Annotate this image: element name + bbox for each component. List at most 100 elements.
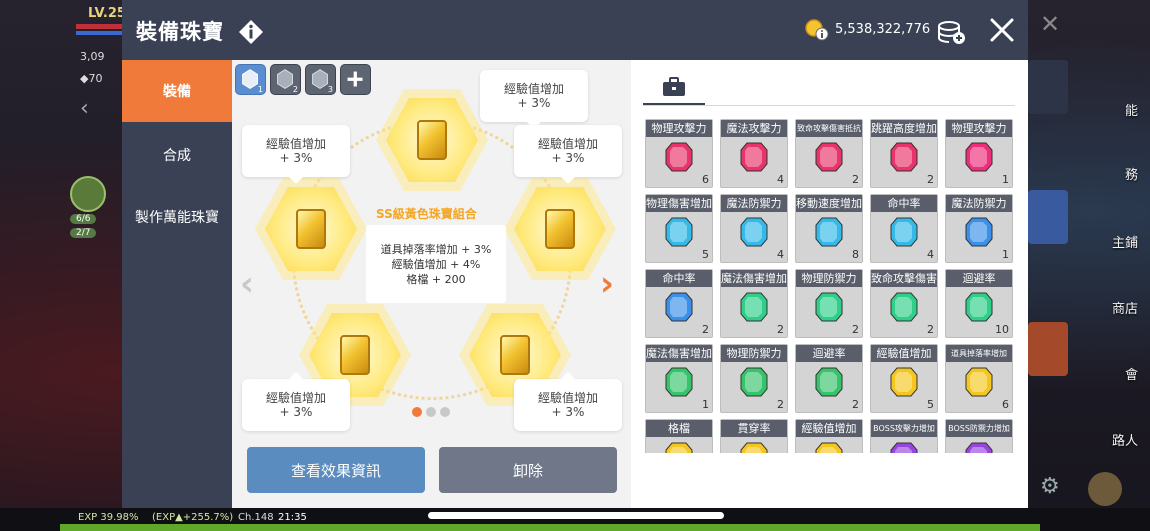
gem-card[interactable]: 經驗值增加 — [795, 419, 863, 453]
slot-effect-bubble: 經驗值增加 + 3% — [514, 372, 622, 431]
exp-gain: (EXP▲+255.7%) — [152, 512, 234, 523]
hud-handshake-icon[interactable] — [70, 176, 106, 212]
effect-value: + 3% — [517, 96, 551, 110]
settings-gear-icon[interactable]: ⚙ — [1040, 474, 1060, 499]
next-arrow-icon[interactable]: › — [600, 264, 614, 304]
gem-card[interactable]: 魔法防禦力 4 — [720, 194, 788, 263]
plus-icon — [347, 71, 363, 87]
inventory-tab[interactable] — [643, 74, 705, 106]
gem-card[interactable]: 迴避率 10 — [945, 269, 1013, 338]
gem-card[interactable]: BOSS攻擊力增加 — [870, 419, 938, 453]
gem-card-label: 物理傷害增加 — [646, 195, 712, 212]
gem-card[interactable]: BOSS防禦力增加 — [945, 419, 1013, 453]
page-title: 裝備珠寶 — [136, 20, 224, 44]
gem-card[interactable]: 物理攻擊力 6 — [645, 119, 713, 188]
bag-icon[interactable] — [1088, 472, 1122, 506]
gem-card-label: 跳躍高度增加 — [871, 120, 937, 137]
yellow-gem-icon — [340, 335, 370, 375]
yellow-gem-icon — [417, 120, 447, 160]
hud-close-icon: ✕ — [1040, 10, 1061, 38]
gem-icon — [665, 442, 693, 453]
gem-card[interactable]: 魔法傷害增加 1 — [645, 344, 713, 413]
gem-card[interactable]: 經驗值增加 5 — [870, 344, 938, 413]
gem-count: 1 — [1002, 173, 1009, 186]
sidebar-item-synthesize[interactable]: 合成 — [122, 124, 232, 186]
effect-name: 經驗值增加 — [265, 391, 326, 405]
gem-icon — [890, 367, 918, 397]
gem-count: 2 — [777, 323, 784, 336]
gem-card[interactable]: 魔法攻擊力 4 — [720, 119, 788, 188]
gem-card-label: BOSS攻擊力增加 — [871, 420, 937, 437]
unequip-button[interactable]: 卸除 — [439, 447, 617, 493]
coin-shop-icon[interactable] — [934, 16, 968, 46]
right-menu-label[interactable]: 主鋪 — [1112, 232, 1138, 251]
gem-card-label: 物理攻擊力 — [646, 120, 712, 137]
close-icon[interactable] — [988, 16, 1016, 44]
gem-icon — [740, 292, 768, 322]
gem-icon — [965, 442, 993, 453]
gem-icon — [665, 367, 693, 397]
gem-card[interactable]: 迴避率 2 — [795, 344, 863, 413]
gem-card[interactable]: 物理防禦力 2 — [720, 344, 788, 413]
effect-value: + 3% — [279, 151, 313, 165]
right-menu-label[interactable]: 會 — [1125, 364, 1138, 383]
effect-name: 經驗值增加 — [265, 137, 326, 151]
gem-card[interactable]: 格檔 — [645, 419, 713, 453]
add-set-button[interactable] — [340, 64, 371, 95]
gem-count: 6 — [1002, 398, 1009, 411]
right-menu-label[interactable]: 能 — [1125, 100, 1138, 119]
gem-card[interactable]: 貫穿率 — [720, 419, 788, 453]
gem-card[interactable]: 魔法傷害增加 2 — [720, 269, 788, 338]
effect-value: + 3% — [551, 151, 585, 165]
home-indicator[interactable] — [428, 512, 724, 519]
sidebar-item-craft-universal[interactable]: 製作萬能珠寶 — [122, 186, 232, 248]
gem-icon — [890, 142, 918, 172]
hud-back-icon[interactable]: ‹ — [80, 96, 89, 121]
right-menu-label[interactable]: 商店 — [1112, 298, 1138, 317]
prev-arrow-icon[interactable]: ‹ — [240, 264, 254, 304]
gem-card[interactable]: 致命攻擊傷害抵抗 2 — [795, 119, 863, 188]
gem-card[interactable]: 物理攻擊力 1 — [945, 119, 1013, 188]
hp-bar — [76, 24, 122, 29]
effect-name: 經驗值增加 — [537, 137, 598, 151]
gem-card[interactable]: 移動速度增加 8 — [795, 194, 863, 263]
gem-card[interactable]: 命中率 4 — [870, 194, 938, 263]
view-effects-button[interactable]: 查看效果資訊 — [247, 447, 425, 493]
gem-card-label: 命中率 — [646, 270, 712, 287]
gem-count: 5 — [927, 398, 934, 411]
gem-count: 1 — [702, 398, 709, 411]
page-dot[interactable] — [440, 407, 450, 417]
gem-icon — [815, 217, 843, 247]
gem-count: 4 — [777, 248, 784, 261]
set-tab-1[interactable]: 1 — [235, 64, 266, 95]
page-dot[interactable] — [412, 407, 422, 417]
gem-card[interactable]: 致命攻擊傷害 2 — [870, 269, 938, 338]
gem-count: 2 — [852, 173, 859, 186]
slot-effect-bubble: 經驗值增加 + 3% — [242, 125, 350, 184]
gem-icon — [890, 217, 918, 247]
gem-card[interactable]: 物理防禦力 2 — [795, 269, 863, 338]
hud-stat-1: 3,09 — [80, 50, 105, 63]
gem-icon — [665, 292, 693, 322]
gem-card-label: 道具掉落率增加 — [946, 345, 1012, 362]
gem-card-label: 迴避率 — [946, 270, 1012, 287]
gem-card[interactable]: 道具掉落率增加 6 — [945, 344, 1013, 413]
inventory-panel: 物理攻擊力 6 魔法攻擊力 4 致命攻擊傷害抵抗 2 跳躍高度增加 2 物理攻擊力 1 物理傷害增加… — [631, 60, 1028, 508]
set-tab-2[interactable]: 2 — [270, 64, 301, 95]
right-menu-label[interactable]: 務 — [1125, 164, 1138, 183]
sidebar-item-equip[interactable]: 裝備 — [122, 60, 232, 122]
page-dot[interactable] — [426, 407, 436, 417]
gem-card[interactable]: 物理傷害增加 5 — [645, 194, 713, 263]
right-menu-label[interactable]: 路人 — [1112, 430, 1138, 449]
gem-count: 4 — [927, 248, 934, 261]
gem-card[interactable]: 命中率 2 — [645, 269, 713, 338]
slot-effect-bubble: 經驗值增加 + 3% — [514, 125, 622, 184]
gem-count: 2 — [702, 323, 709, 336]
gem-card[interactable]: 跳躍高度增加 2 — [870, 119, 938, 188]
set-tab-3[interactable]: 3 — [305, 64, 336, 95]
right-menu-block — [1028, 60, 1068, 114]
info-icon[interactable] — [238, 19, 264, 45]
clock-label: 21:35 — [278, 512, 307, 523]
gem-card[interactable]: 魔法防禦力 1 — [945, 194, 1013, 263]
gem-card-label: 移動速度增加 — [796, 195, 862, 212]
